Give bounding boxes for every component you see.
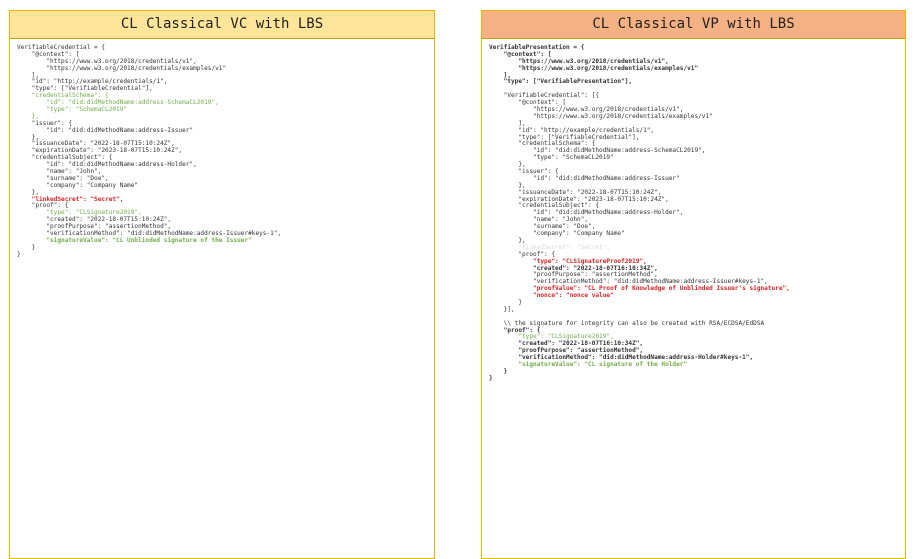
- vp-panel: CL Classical VP with LBS VerifiablePrese…: [481, 10, 906, 559]
- vp-code-line: }: [489, 367, 508, 375]
- vp-code-line: "id": "did:didMethodName:address-Issuer": [489, 174, 680, 182]
- vc-code-line: },: [17, 112, 40, 120]
- vp-code-line: "type": ["VerifiablePresentation"],: [489, 78, 633, 86]
- vp-code-line: "nonce": "nonce value": [489, 292, 614, 300]
- vp-code-line: }: [489, 374, 493, 382]
- vp-code-line: "https://www.w3.org/2018/credentials/exa…: [489, 64, 699, 72]
- vc-code-line: "linkedSecret": "Secret",: [17, 195, 124, 203]
- vp-code-block: VerifiablePresentation = { "@context": […: [489, 44, 901, 383]
- vc-code-line: "type": "SchemaCL2019": [17, 106, 128, 114]
- vc-code-line: "signatureValue": "CL Unblinded signatur…: [17, 236, 252, 244]
- vp-code-line: "type": "SchemaCL2019": [489, 154, 614, 162]
- vp-code-line: \\ the signature for integrity can also …: [489, 319, 765, 327]
- vp-code-line: }: [489, 298, 523, 306]
- vp-panel-title: CL Classical VP with LBS: [482, 11, 905, 39]
- vc-code-line: "id": "did:didMethodName:address-Issuer": [17, 126, 194, 134]
- vc-panel-title: CL Classical VC with LBS: [10, 11, 434, 39]
- vp-code-line: "company": "Company Name": [489, 230, 625, 238]
- vp-code-line: }],: [489, 305, 515, 313]
- vc-panel: CL Classical VC with LBS VerifiableCrede…: [9, 10, 435, 559]
- vc-code-line: "company": "Company Name": [17, 181, 139, 189]
- vc-code-line: "https://www.w3.org/2018/credentials/exa…: [17, 64, 227, 72]
- vp-code-line: "signatureValue": "CL signature of the H…: [489, 360, 688, 368]
- vc-code-block: VerifiableCredential = { "@context": [ "…: [17, 44, 430, 259]
- vc-code-line: }: [17, 250, 21, 258]
- vp-code-line: "https://www.w3.org/2018/credentials/exa…: [489, 112, 713, 120]
- vc-code-line: }: [17, 243, 36, 251]
